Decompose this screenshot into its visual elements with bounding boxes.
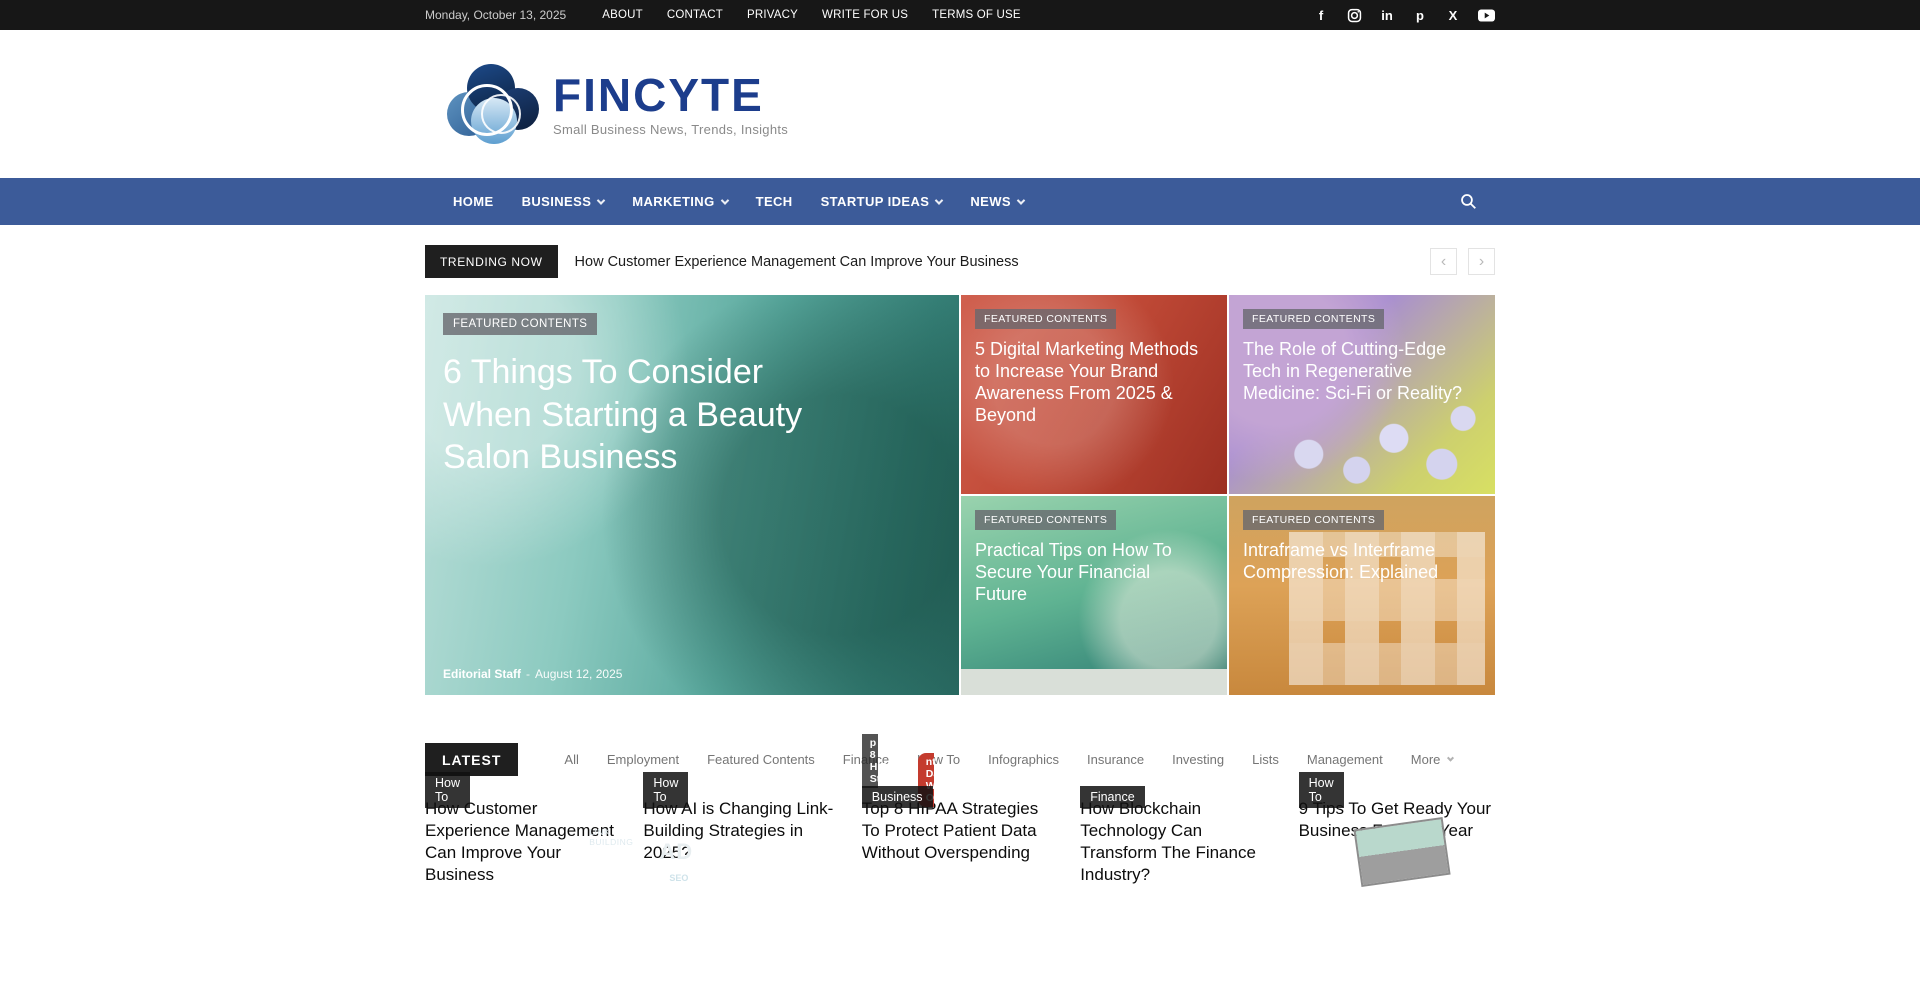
site-tagline: Small Business News, Trends, Insights (553, 122, 788, 137)
article-card: AD SEO LINK BUILDING How To How AI is Ch… (643, 798, 839, 886)
featured-tile-marketing[interactable]: FEATURED CONTENTS 5 Digital Marketing Me… (961, 295, 1227, 494)
featured-contents-badge[interactable]: FEATURED CONTENTS (1243, 309, 1384, 329)
trending-now-bar: TRENDING NOW How Customer Experience Man… (0, 245, 1920, 278)
featured-tile-title[interactable]: Intraframe vs Interframe Compression: Ex… (1243, 540, 1475, 584)
featured-tile-financial[interactable]: FEATURED CONTENTS Practical Tips on How … (961, 496, 1227, 695)
featured-main-title[interactable]: 6 Things To Consider When Starting a Bea… (443, 351, 853, 479)
chevron-down-icon (935, 196, 943, 204)
featured-tile-title[interactable]: 5 Digital Marketing Methods to Increase … (975, 339, 1207, 427)
featured-contents-badge[interactable]: FEATURED CONTENTS (443, 313, 597, 335)
featured-tile-title[interactable]: Practical Tips on How To Secure Your Fin… (975, 540, 1207, 606)
featured-main-byline: Editorial Staff-August 12, 2025 (443, 667, 622, 681)
article-title[interactable]: How Customer Experience Management Can I… (425, 799, 614, 884)
logo-circles-icon (447, 64, 539, 144)
trending-now-label: TRENDING NOW (425, 245, 558, 278)
nav-item-home[interactable]: HOME (439, 178, 508, 225)
tab-employment[interactable]: Employment (607, 752, 679, 767)
nav-item-news[interactable]: NEWS (956, 178, 1038, 225)
pinterest-icon[interactable]: p (1411, 6, 1429, 24)
article-title[interactable]: How Blockchain Technology Can Transform … (1080, 799, 1256, 884)
nav-item-startup-ideas[interactable]: STARTUP IDEAS (807, 178, 957, 225)
tab-more[interactable]: More (1411, 752, 1454, 767)
featured-tile-compression[interactable]: FEATURED CONTENTS Intraframe vs Interfra… (1229, 496, 1495, 695)
featured-grid: FEATURED CONTENTS 6 Things To Consider W… (425, 295, 1495, 695)
trending-headline-link[interactable]: How Customer Experience Management Can I… (575, 254, 1019, 270)
nav-item-tech[interactable]: TECH (742, 178, 807, 225)
article-card: How To 9 Tips To Get Ready Your Business… (1299, 798, 1495, 886)
tab-management[interactable]: Management (1307, 752, 1383, 767)
featured-contents-badge[interactable]: FEATURED CONTENTS (975, 309, 1116, 329)
trending-next-button[interactable]: › (1468, 248, 1495, 275)
tab-investing[interactable]: Investing (1172, 752, 1224, 767)
tab-all[interactable]: All (564, 752, 578, 767)
tab-featured-contents[interactable]: Featured Contents (707, 752, 815, 767)
topbar-link-write-for-us[interactable]: WRITE FOR US (822, 9, 908, 21)
chevron-down-icon (1017, 196, 1025, 204)
current-date: Monday, October 13, 2025 (425, 8, 566, 22)
featured-contents-badge[interactable]: FEATURED CONTENTS (1243, 510, 1384, 530)
site-title: FINCYTE (553, 72, 788, 118)
topbar-links: ABOUT CONTACT PRIVACY WRITE FOR US TERMS… (602, 9, 1021, 21)
site-logo[interactable]: FINCYTE Small Business News, Trends, Ins… (447, 64, 788, 144)
nav-item-marketing[interactable]: MARKETING (618, 178, 741, 225)
topbar-link-terms[interactable]: TERMS OF USE (932, 9, 1021, 21)
main-navigation: HOME BUSINESS MARKETING TECH STARTUP IDE… (0, 178, 1920, 225)
article-card: Finance How Blockchain Technology Can Tr… (1080, 798, 1276, 886)
category-filter-tabs: All Employment Featured Contents Finance… (564, 752, 1453, 767)
x-twitter-icon[interactable]: X (1444, 6, 1462, 24)
chevron-down-icon (1447, 755, 1454, 762)
tab-insurance[interactable]: Insurance (1087, 752, 1144, 767)
social-icons: f in p X (1312, 6, 1495, 24)
topbar-link-about[interactable]: ABOUT (602, 9, 643, 21)
search-icon[interactable] (1442, 178, 1495, 225)
featured-main-article[interactable]: FEATURED CONTENTS 6 Things To Consider W… (425, 295, 959, 695)
topbar-link-privacy[interactable]: PRIVACY (747, 9, 798, 21)
instagram-icon[interactable] (1345, 6, 1363, 24)
article-card: p 8 HIPAA Strategies nt Data Without Ove… (862, 798, 1058, 886)
featured-tile-title[interactable]: The Role of Cutting-Edge Tech in Regener… (1243, 339, 1475, 405)
article-title[interactable]: Top 8 HIPAA Strategies To Protect Patien… (862, 799, 1038, 862)
tab-lists[interactable]: Lists (1252, 752, 1279, 767)
featured-tile-medicine[interactable]: FEATURED CONTENTS The Role of Cutting-Ed… (1229, 295, 1495, 494)
linkedin-icon[interactable]: in (1378, 6, 1396, 24)
nav-item-business[interactable]: BUSINESS (508, 178, 619, 225)
site-header: FINCYTE Small Business News, Trends, Ins… (0, 30, 1920, 178)
youtube-icon[interactable] (1477, 6, 1495, 24)
author-link[interactable]: Editorial Staff (443, 667, 521, 681)
top-bar: Monday, October 13, 2025 ABOUT CONTACT P… (0, 0, 1920, 30)
tab-infographics[interactable]: Infographics (988, 752, 1059, 767)
topbar-link-contact[interactable]: CONTACT (667, 9, 723, 21)
latest-section-header: LATEST All Employment Featured Contents … (0, 743, 1920, 776)
trending-prev-button[interactable]: ‹ (1430, 248, 1457, 275)
chevron-down-icon (720, 196, 728, 204)
latest-articles-grid: How To How Customer Experience Managemen… (425, 798, 1495, 886)
publish-date: August 12, 2025 (535, 667, 622, 681)
facebook-icon[interactable]: f (1312, 6, 1330, 24)
chevron-down-icon (597, 196, 605, 204)
featured-contents-badge[interactable]: FEATURED CONTENTS (975, 510, 1116, 530)
